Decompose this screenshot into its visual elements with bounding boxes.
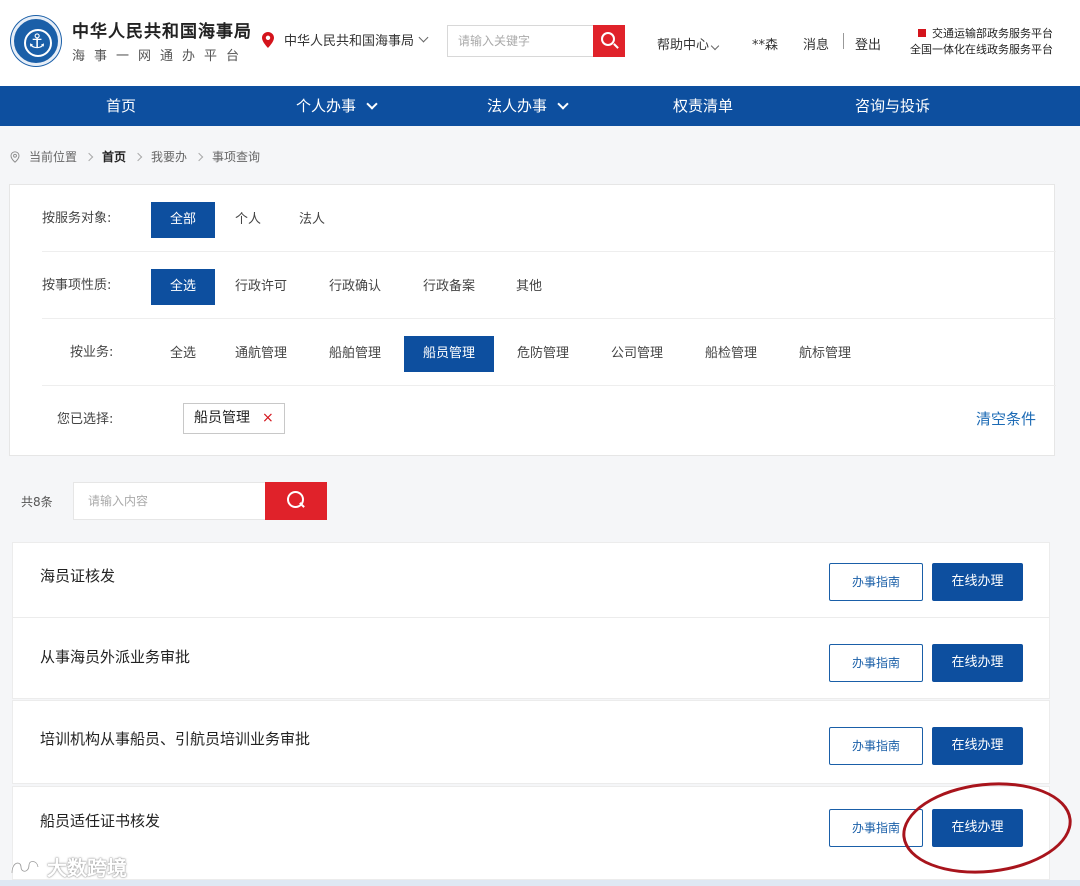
close-icon[interactable]: ×: [262, 404, 274, 433]
red-square-icon: [918, 29, 926, 37]
filter-option-hazard[interactable]: 危防管理: [507, 336, 579, 372]
chevron-right-icon: [133, 152, 143, 161]
platform-link-mot[interactable]: 交通运输部政务服务平台: [910, 26, 1053, 42]
clear-filters-link[interactable]: 清空条件: [976, 386, 1036, 453]
main-nav: 首页 个人办事 法人办事 权责清单 咨询与投诉: [0, 86, 1080, 126]
user-name[interactable]: **森: [752, 34, 778, 53]
item-title[interactable]: 培训机构从事船员、引航员培训业务审批: [40, 728, 310, 749]
list-item: 从事海员外派业务审批 办事指南 在线办理: [12, 617, 1050, 699]
filter-option-ship[interactable]: 船舶管理: [319, 336, 391, 372]
filter-option-corporate[interactable]: 法人: [289, 202, 335, 238]
chevron-right-icon: [194, 152, 204, 161]
filter-label: 按服务对象:: [42, 211, 112, 226]
help-center-label: 帮助中心: [657, 38, 710, 53]
location-selector[interactable]: 中华人民共和国海事局: [262, 30, 429, 49]
breadcrumb-current: 事项查询: [212, 150, 261, 164]
header-search: [447, 25, 625, 57]
filter-option-select-all[interactable]: 全选: [151, 336, 215, 372]
breadcrumb-todo[interactable]: 我要办: [151, 148, 187, 165]
platform-line2[interactable]: 全国一体化在线政务服务平台: [910, 42, 1053, 58]
filter-row-chosen: 您已选择: 船员管理 × 清空条件: [42, 386, 1056, 453]
header-search-input[interactable]: [448, 26, 594, 56]
list-item: 船员适任证书核发 办事指南 在线办理: [12, 786, 1050, 880]
breadcrumb-prefix: 当前位置: [29, 150, 78, 164]
filter-label: 您已选择:: [57, 412, 114, 427]
location-pin-icon: [262, 31, 274, 48]
nav-label: 法人办事: [487, 97, 548, 115]
location-icon: [10, 150, 20, 163]
filter-panel: 按服务对象: 全部 个人 法人 按事项性质: 全选 行政许可 行政确认 行政备案…: [9, 184, 1056, 456]
anchor-icon: ⚓: [28, 29, 46, 53]
filter-option-crew[interactable]: 船员管理: [404, 336, 494, 372]
filter-label: 按事项性质:: [42, 278, 112, 293]
search-icon: [287, 491, 304, 508]
nav-label: 咨询与投诉: [855, 97, 931, 115]
help-center-menu[interactable]: 帮助中心: [657, 34, 720, 53]
watermark: 大数跨境: [9, 852, 127, 881]
result-count: 共8条: [21, 495, 53, 509]
filter-label: 按业务:: [70, 345, 114, 360]
online-apply-button[interactable]: 在线办理: [932, 644, 1023, 682]
nav-label: 权责清单: [673, 97, 734, 115]
divider: [843, 33, 844, 49]
list-item: 培训机构从事船员、引航员培训业务审批 办事指南 在线办理: [12, 700, 1050, 784]
filter-option-admin-license[interactable]: 行政许可: [225, 269, 297, 305]
filter-option-other[interactable]: 其他: [507, 269, 551, 305]
online-apply-button[interactable]: 在线办理: [932, 727, 1023, 765]
filter-row-business: 按业务: 全选 通航管理 船舶管理 船员管理 危防管理 公司管理 船检管理 航标…: [42, 319, 1056, 386]
org-subtitle: 海事一网通办平台: [72, 49, 249, 64]
filter-option-navigation[interactable]: 通航管理: [225, 336, 297, 372]
filter-option-company[interactable]: 公司管理: [601, 336, 673, 372]
item-title[interactable]: 海员证核发: [40, 565, 115, 586]
header-search-button[interactable]: [593, 25, 625, 57]
filter-row-service-target: 按服务对象: 全部 个人 法人: [42, 185, 1056, 252]
nav-personal[interactable]: 个人办事: [296, 86, 378, 126]
nav-label: 首页: [106, 97, 137, 115]
list-item: 海员证核发 办事指南 在线办理: [12, 542, 1050, 622]
org-title[interactable]: 中华人民共和国海事局: [72, 17, 252, 42]
filter-option-beacon[interactable]: 航标管理: [789, 336, 861, 372]
watermark-text: 大数跨境: [47, 856, 127, 880]
watermark-logo-icon: [10, 859, 40, 873]
filter-option-inspection[interactable]: 船检管理: [695, 336, 767, 372]
platform-links: 交通运输部政务服务平台 全国一体化在线政务服务平台: [910, 26, 1053, 58]
chevron-down-icon: [557, 98, 569, 110]
nav-label: 个人办事: [296, 97, 357, 115]
nav-home[interactable]: 首页: [106, 86, 136, 126]
list-search: [73, 482, 327, 520]
filter-option-admin-confirm[interactable]: 行政确认: [319, 269, 391, 305]
filter-option-select-all[interactable]: 全选: [151, 269, 215, 305]
nav-consult[interactable]: 咨询与投诉: [855, 86, 930, 126]
search-icon: [601, 32, 615, 46]
site-header: ⚓ 中华人民共和国海事局 海事一网通办平台 中华人民共和国海事局 帮助中心 **…: [0, 0, 1080, 86]
guide-button[interactable]: 办事指南: [829, 644, 923, 682]
guide-button[interactable]: 办事指南: [829, 563, 923, 601]
filter-option-personal[interactable]: 个人: [225, 202, 271, 238]
nav-power-list[interactable]: 权责清单: [673, 86, 733, 126]
chevron-down-icon: [710, 41, 720, 51]
bottom-strip: [0, 880, 1080, 886]
online-apply-button[interactable]: 在线办理: [932, 563, 1023, 601]
breadcrumb-home[interactable]: 首页: [102, 148, 126, 165]
msa-logo[interactable]: ⚓: [11, 16, 61, 66]
chevron-right-icon: [84, 152, 94, 161]
selected-filter-chip[interactable]: 船员管理 ×: [183, 403, 285, 434]
breadcrumb: 当前位置 首页 我要办 事项查询: [10, 148, 260, 165]
chevron-down-icon: [418, 32, 429, 43]
filter-option-admin-filing[interactable]: 行政备案: [413, 269, 485, 305]
logout-link[interactable]: 登出: [855, 34, 881, 53]
item-title[interactable]: 船员适任证书核发: [40, 810, 160, 831]
platform-line1: 交通运输部政务服务平台: [932, 27, 1053, 40]
list-search-input[interactable]: [74, 483, 264, 519]
filter-row-item-nature: 按事项性质: 全选 行政许可 行政确认 行政备案 其他: [42, 252, 1056, 319]
messages-link[interactable]: 消息: [803, 34, 829, 53]
chip-label: 船员管理: [194, 410, 250, 426]
nav-corporate[interactable]: 法人办事: [487, 86, 569, 126]
chevron-down-icon: [366, 98, 378, 110]
guide-button[interactable]: 办事指南: [829, 727, 923, 765]
location-label: 中华人民共和国海事局: [284, 34, 415, 49]
list-search-button[interactable]: [265, 482, 327, 520]
item-title[interactable]: 从事海员外派业务审批: [40, 646, 190, 667]
filter-option-all[interactable]: 全部: [151, 202, 215, 238]
